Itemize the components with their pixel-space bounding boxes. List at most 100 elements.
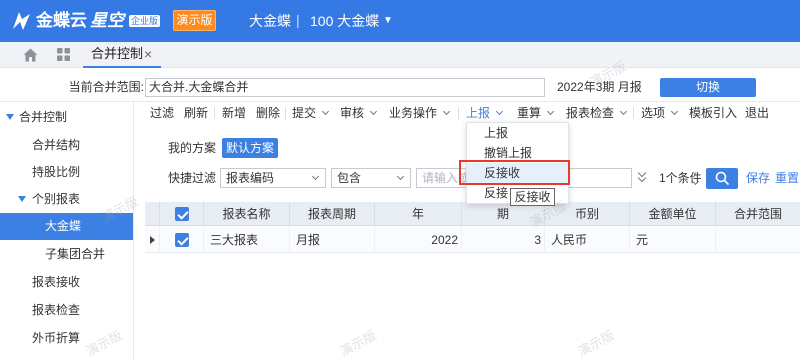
- select-all-cell: [160, 202, 204, 226]
- column-header[interactable]: 报表周期: [290, 202, 375, 226]
- reset-filter-link[interactable]: 重置: [775, 168, 799, 188]
- toolbar-label: 报表检查: [566, 106, 615, 120]
- tab-consolidation-control[interactable]: 合并控制 ×: [83, 42, 161, 68]
- new-button[interactable]: 新增: [222, 103, 246, 123]
- toolbar-divider: [214, 107, 215, 119]
- column-header[interactable]: 金额单位: [630, 202, 716, 226]
- chevron-down-icon[interactable]: [369, 107, 378, 116]
- table-header: 报表名称 报表周期 年 期 币别 金额单位 合并范围: [145, 202, 800, 226]
- default-scheme-button[interactable]: 默认方案: [222, 138, 278, 158]
- exit-button[interactable]: 退出: [745, 103, 769, 123]
- watermark: 演示版: [575, 327, 617, 360]
- chevron-down-icon[interactable]: [670, 107, 679, 116]
- toolbar-label: 退出: [745, 106, 770, 120]
- scope-field[interactable]: 大合并.大金蝶合并: [145, 78, 545, 97]
- search-button[interactable]: [706, 168, 738, 189]
- close-icon[interactable]: ×: [144, 42, 152, 66]
- sidebar-item-structure[interactable]: 合并结构: [0, 135, 133, 155]
- save-filter-link[interactable]: 保存: [746, 168, 770, 188]
- toolbar-label: 业务操作: [389, 106, 438, 120]
- row-checkbox[interactable]: [175, 233, 189, 247]
- row-indicator-header: [145, 202, 160, 226]
- sidebar-item-individual-reports[interactable]: 个别报表: [0, 189, 133, 209]
- column-header[interactable]: 合并范围: [716, 202, 800, 226]
- search-icon: [715, 171, 729, 185]
- account-selector[interactable]: 100 大金蝶: [310, 12, 379, 30]
- chevron-down-icon[interactable]: [311, 172, 320, 181]
- chevron-down-icon[interactable]: [321, 107, 330, 116]
- toolbar-label: 提交: [292, 106, 317, 120]
- table-row[interactable]: 三大报表 月报 2022 3 人民币 元: [145, 227, 800, 253]
- filter-field-value: 报表编码: [226, 171, 275, 185]
- table-cell[interactable]: 元: [630, 227, 716, 253]
- row-indicator-icon: [150, 236, 155, 244]
- chevron-down-icon[interactable]: [619, 107, 628, 116]
- sidebar-item-subgroup[interactable]: 子集团合并: [0, 244, 133, 264]
- watermark: 演示版: [337, 327, 379, 360]
- chevron-down-icon[interactable]: [396, 172, 405, 181]
- sidebar-item-dajindie[interactable]: 大金蝶: [0, 213, 133, 240]
- report-check-button[interactable]: 报表检查: [566, 103, 628, 123]
- filter-operator-select[interactable]: 包含: [331, 168, 411, 188]
- row-select-cell: [160, 227, 204, 253]
- expand-conditions-icon[interactable]: [637, 168, 647, 185]
- toolbar-label: 模板引入: [689, 106, 738, 120]
- scope-period: 2022年3期 月报: [557, 80, 642, 94]
- chevron-down-icon[interactable]: [442, 107, 451, 116]
- table-cell[interactable]: 人民币: [545, 227, 630, 253]
- top-header: 金蝶云 星空 企业版 演示版 大金蝶 | 100 大金蝶 ▼: [0, 0, 800, 42]
- refresh-button[interactable]: 刷新: [184, 103, 208, 123]
- toolbar-label: 选项: [641, 106, 666, 120]
- filter-button[interactable]: 过滤: [150, 103, 174, 123]
- table-cell[interactable]: 3: [462, 227, 545, 253]
- toolbar-label: 过滤: [150, 106, 175, 120]
- table-cell[interactable]: [716, 227, 800, 253]
- submit-button[interactable]: 提交: [292, 103, 330, 123]
- template-import-button[interactable]: 模板引入: [689, 103, 737, 123]
- expand-triangle-icon[interactable]: [18, 196, 26, 202]
- column-header[interactable]: 报表名称: [204, 202, 290, 226]
- grid-icon[interactable]: [57, 48, 70, 61]
- switch-button[interactable]: 切换: [660, 78, 756, 97]
- sidebar-item-report-receive[interactable]: 报表接收: [0, 272, 133, 292]
- filter-field-select[interactable]: 报表编码: [220, 168, 326, 188]
- filter-operator-value: 包含: [337, 171, 362, 185]
- sidebar-item-currency-translation[interactable]: 外币折算: [0, 328, 133, 348]
- quick-filter-label: 快捷过滤: [168, 171, 217, 185]
- kingdee-logo-icon[interactable]: [10, 9, 32, 33]
- select-all-checkbox[interactable]: [175, 207, 189, 221]
- demo-edition-button[interactable]: 演示版: [173, 10, 216, 31]
- table-cell[interactable]: 三大报表: [204, 227, 290, 253]
- toolbar-label: 审核: [340, 106, 365, 120]
- report-submit-button[interactable]: 上报: [466, 103, 504, 123]
- table-cell[interactable]: 月报: [290, 227, 375, 253]
- recalculate-button[interactable]: 重算: [517, 103, 555, 123]
- product-name[interactable]: 金蝶云: [36, 9, 87, 33]
- sidebar-item-label: 报表接收: [32, 275, 81, 289]
- account-caret-icon[interactable]: ▼: [383, 14, 393, 28]
- menu-item-report[interactable]: 上报: [467, 123, 568, 143]
- chevron-down-icon[interactable]: [495, 107, 504, 116]
- chevron-down-icon[interactable]: [546, 107, 555, 116]
- toolbar-label: 重算: [517, 106, 542, 120]
- toolbar-label: 刷新: [184, 106, 209, 120]
- table-cell[interactable]: 2022: [375, 227, 462, 253]
- options-button[interactable]: 选项: [641, 103, 679, 123]
- scope-label: 当前合并范围:: [68, 80, 144, 94]
- sidebar-item-label: 子集团合并: [45, 247, 106, 261]
- expand-triangle-icon[interactable]: [6, 114, 14, 120]
- organization-name[interactable]: 大金蝶: [249, 12, 291, 30]
- column-header[interactable]: 币别: [545, 202, 630, 226]
- delete-button[interactable]: 删除: [256, 103, 280, 123]
- toolbar-divider: [285, 107, 286, 119]
- business-operation-button[interactable]: 业务操作: [389, 103, 451, 123]
- product-sub-name[interactable]: 星空: [90, 9, 124, 33]
- column-header[interactable]: 年: [375, 202, 462, 226]
- sidebar-item-shareholding[interactable]: 持股比例: [0, 162, 133, 182]
- tab-bar: 合并控制 ×: [0, 42, 800, 68]
- home-icon[interactable]: [23, 48, 38, 62]
- sidebar-item-label: 外币折算: [32, 331, 81, 345]
- sidebar-item-consolidation-control[interactable]: 合并控制: [0, 107, 133, 127]
- sidebar-item-report-check[interactable]: 报表检查: [0, 300, 133, 320]
- audit-button[interactable]: 审核: [340, 103, 378, 123]
